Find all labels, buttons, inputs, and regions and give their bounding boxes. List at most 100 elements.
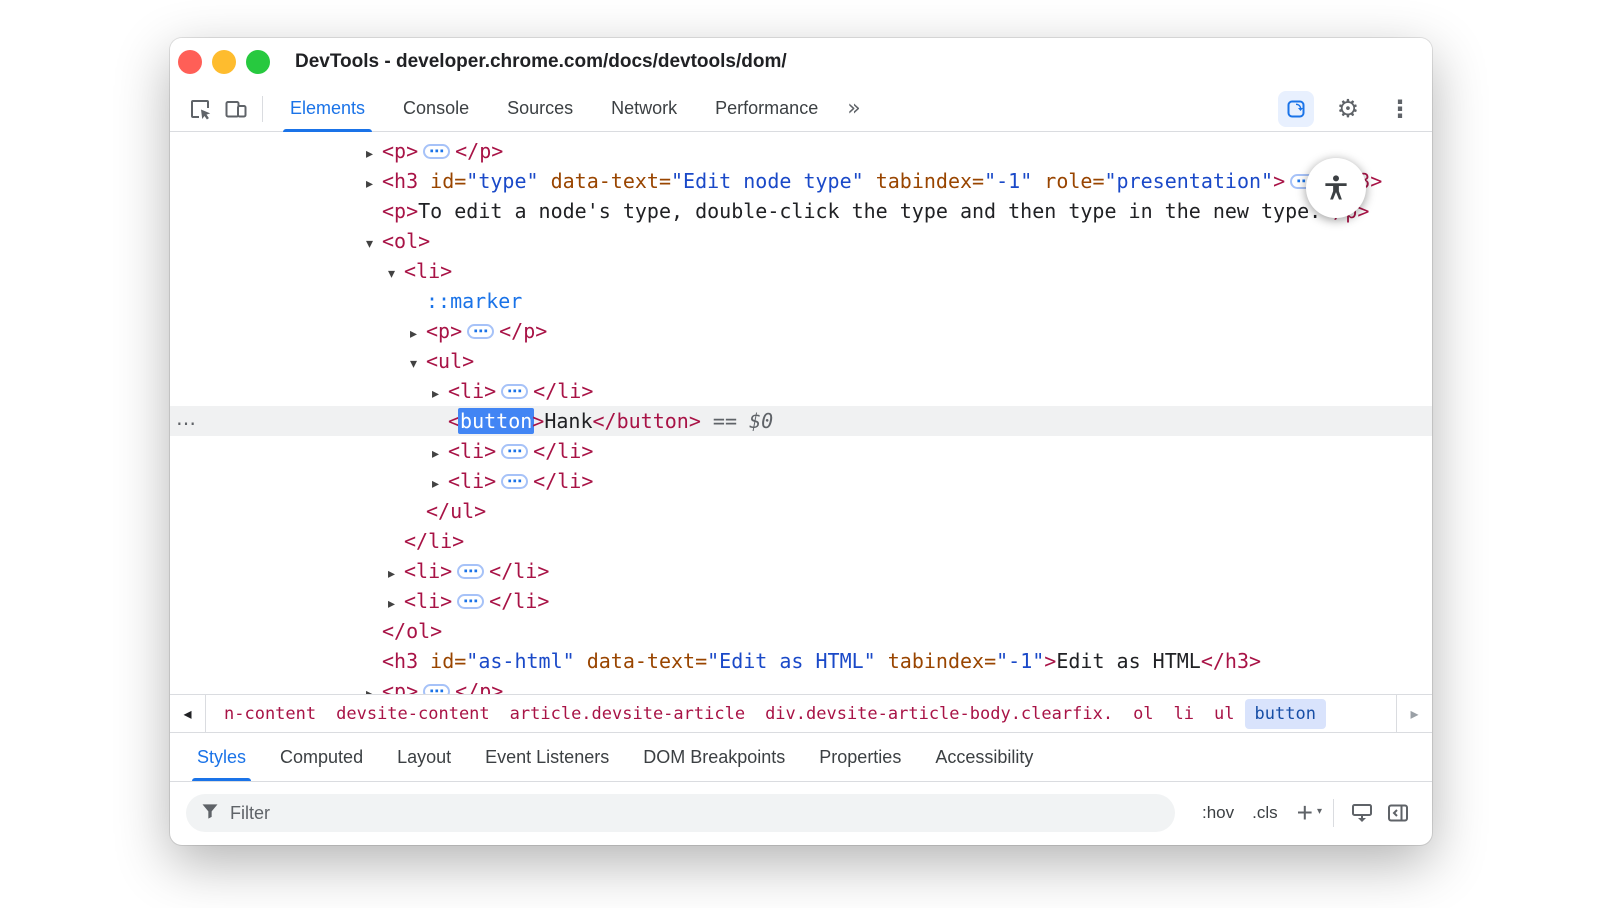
dom-tree-row[interactable]: ▾<li> xyxy=(170,256,1432,286)
dom-tree-row[interactable]: ▸<li>⋯</li> xyxy=(170,556,1432,586)
inspect-element-icon[interactable] xyxy=(182,91,218,127)
inline-expand-icon[interactable]: ⋯ xyxy=(501,474,528,489)
dom-tree-row[interactable]: ▸<p>⋯</p> xyxy=(170,676,1432,694)
dom-tree-row[interactable]: ::marker xyxy=(170,286,1432,316)
breadcrumb-item[interactable]: devsite-content xyxy=(326,699,500,729)
dom-tree-row[interactable]: …<button>Hank</button> == $0 xyxy=(170,406,1432,436)
kebab-menu-icon[interactable]: ⋮ xyxy=(1382,91,1418,127)
inline-expand-icon[interactable]: ⋯ xyxy=(457,594,484,609)
breadcrumb-item[interactable]: ol xyxy=(1123,699,1163,729)
token-tag: </ul> xyxy=(426,499,486,523)
token-attr: id= xyxy=(418,169,466,193)
device-toolbar-icon[interactable] xyxy=(218,91,254,127)
inline-expand-icon[interactable]: ⋯ xyxy=(457,564,484,579)
token-attr: role= xyxy=(1032,169,1104,193)
token-tag: </p> xyxy=(455,679,503,694)
inline-expand-icon[interactable]: ⋯ xyxy=(423,144,450,159)
twisty-closed-icon[interactable]: ▸ xyxy=(388,589,404,619)
dock-rotate-icon[interactable] xyxy=(1278,91,1314,127)
inline-expand-icon[interactable]: ⋯ xyxy=(501,384,528,399)
tab-console[interactable]: Console xyxy=(384,86,488,132)
styles-tab-event-listeners[interactable]: Event Listeners xyxy=(468,733,626,781)
inline-expand-icon[interactable]: ⋯ xyxy=(467,324,494,339)
token-tag: > xyxy=(532,409,544,433)
twisty-closed-icon[interactable]: ▸ xyxy=(366,169,382,199)
breadcrumb-scroll-right-icon[interactable]: ▸ xyxy=(1396,695,1432,732)
token-tag: <li> xyxy=(404,259,452,283)
dom-tree-row[interactable]: <h3 id="as-html" data-text="Edit as HTML… xyxy=(170,646,1432,676)
twisty-closed-icon[interactable]: ▸ xyxy=(432,469,448,499)
breadcrumb-item[interactable]: li xyxy=(1164,699,1204,729)
token-val: "as-html" xyxy=(466,649,574,673)
tab-network[interactable]: Network xyxy=(592,86,696,132)
dom-tree-row[interactable]: <p>To edit a node's type, double-click t… xyxy=(170,196,1432,226)
inline-expand-icon[interactable]: ⋯ xyxy=(423,684,450,694)
dom-tree-row[interactable]: </ul> xyxy=(170,496,1432,526)
rendering-brush-icon[interactable] xyxy=(1344,795,1380,831)
token-tag: <p> xyxy=(382,139,418,163)
close-window-button[interactable] xyxy=(178,50,202,74)
dom-tree-row[interactable]: ▾<ol> xyxy=(170,226,1432,256)
styles-tab-layout[interactable]: Layout xyxy=(380,733,468,781)
dom-tree-row[interactable]: ▸<li>⋯</li> xyxy=(170,436,1432,466)
tab-sources[interactable]: Sources xyxy=(488,86,592,132)
dom-tree-row[interactable]: ▸<li>⋯</li> xyxy=(170,586,1432,616)
styles-tab-styles[interactable]: Styles xyxy=(180,733,263,781)
breadcrumb: ◂ n-contentdevsite-contentarticle.devsit… xyxy=(170,694,1432,732)
settings-gear-icon[interactable]: ⚙ xyxy=(1330,91,1366,127)
twisty-closed-icon[interactable]: ▸ xyxy=(410,319,426,349)
styles-pane-tabs: StylesComputedLayoutEvent ListenersDOM B… xyxy=(170,732,1432,782)
twisty-open-icon[interactable]: ▾ xyxy=(388,259,404,289)
minimize-window-button[interactable] xyxy=(212,50,236,74)
token-tag: <h3 xyxy=(382,169,418,193)
twisty-open-icon[interactable]: ▾ xyxy=(366,229,382,259)
token-marker: ::marker xyxy=(426,289,522,313)
breadcrumb-scroll-left-icon[interactable]: ◂ xyxy=(170,695,206,732)
filter-funnel-icon xyxy=(200,801,220,826)
node-more-actions-icon[interactable]: … xyxy=(176,403,197,433)
dom-tree-row[interactable]: ▸<p> ⋯ </p> xyxy=(170,136,1432,166)
styles-tab-accessibility[interactable]: Accessibility xyxy=(918,733,1050,781)
styles-tab-properties[interactable]: Properties xyxy=(802,733,918,781)
breadcrumb-item[interactable]: n-content xyxy=(214,699,326,729)
twisty-closed-icon[interactable]: ▸ xyxy=(366,139,382,169)
devtools-window: DevTools - developer.chrome.com/docs/dev… xyxy=(170,38,1432,845)
token-tag: <ol> xyxy=(382,229,430,253)
inline-expand-icon[interactable]: ⋯ xyxy=(501,444,528,459)
breadcrumb-item[interactable]: button xyxy=(1245,699,1326,729)
token-val: "type" xyxy=(466,169,538,193)
token-tag: </p> xyxy=(455,139,503,163)
dom-tree-row[interactable]: ▸<li>⋯</li> xyxy=(170,466,1432,496)
twisty-closed-icon[interactable]: ▸ xyxy=(366,679,382,694)
breadcrumb-items: n-contentdevsite-contentarticle.devsite-… xyxy=(214,699,1326,729)
dom-tree-row[interactable]: ▸<li>⋯</li> xyxy=(170,376,1432,406)
dom-tree-row[interactable]: </li> xyxy=(170,526,1432,556)
filter-input-wrap xyxy=(186,794,1175,832)
dom-tree-row[interactable]: </ol> xyxy=(170,616,1432,646)
toggle-sidebar-icon[interactable] xyxy=(1380,795,1416,831)
twisty-closed-icon[interactable]: ▸ xyxy=(388,559,404,589)
filter-input[interactable] xyxy=(230,803,1161,824)
token-tag: <li> xyxy=(404,559,452,583)
zoom-window-button[interactable] xyxy=(246,50,270,74)
tab-performance[interactable]: Performance xyxy=(696,86,837,132)
twisty-open-icon[interactable]: ▾ xyxy=(410,349,426,379)
twisty-closed-icon[interactable]: ▸ xyxy=(432,439,448,469)
dom-tree-row[interactable]: ▸<h3 id="type" data-text="Edit node type… xyxy=(170,166,1432,196)
token-tag: <li> xyxy=(448,379,496,403)
element-classes-button[interactable]: .cls xyxy=(1252,803,1278,823)
dom-tree-row[interactable]: ▾<ul> xyxy=(170,346,1432,376)
token-tag: <ul> xyxy=(426,349,474,373)
twisty-closed-icon[interactable]: ▸ xyxy=(432,379,448,409)
breadcrumb-item[interactable]: div.devsite-article-body.clearfix. xyxy=(755,699,1123,729)
breadcrumb-item[interactable]: ul xyxy=(1204,699,1244,729)
styles-tab-computed[interactable]: Computed xyxy=(263,733,380,781)
toggle-element-state-button[interactable]: :hov xyxy=(1202,803,1234,823)
token-tag: <li> xyxy=(448,439,496,463)
breadcrumb-item[interactable]: article.devsite-article xyxy=(500,699,755,729)
more-tabs-icon[interactable]: » xyxy=(837,87,870,131)
new-style-rule-button[interactable]: + xyxy=(1297,799,1313,827)
tab-elements[interactable]: Elements xyxy=(271,86,384,132)
styles-tab-dom-breakpoints[interactable]: DOM Breakpoints xyxy=(626,733,802,781)
dom-tree-row[interactable]: ▸<p>⋯</p> xyxy=(170,316,1432,346)
